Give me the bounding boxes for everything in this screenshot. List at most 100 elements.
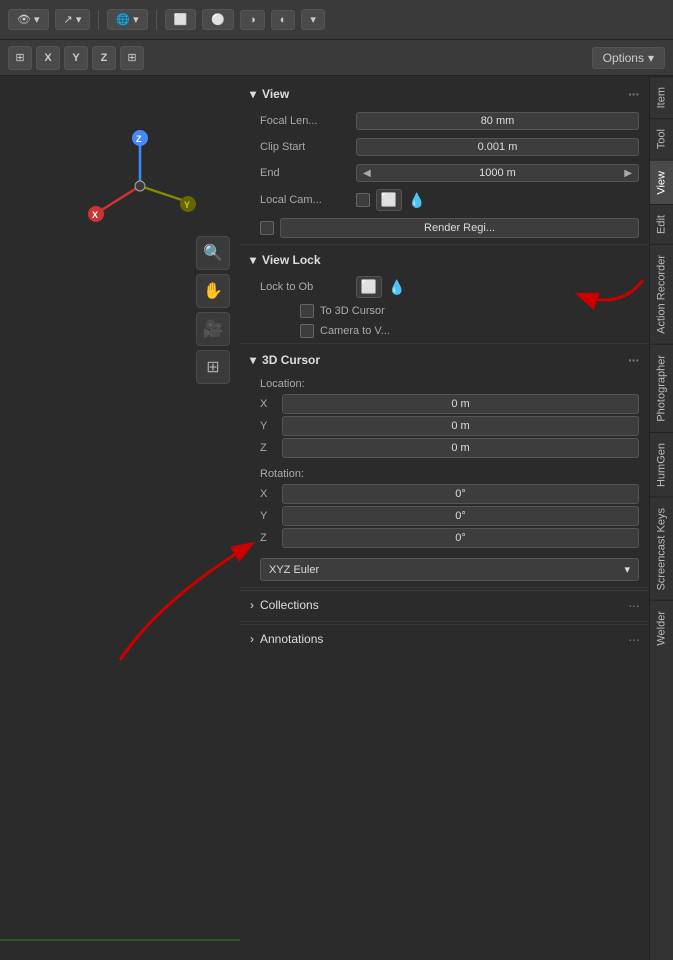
rotation-y-letter: Y xyxy=(260,510,278,522)
options-label: Options xyxy=(603,51,644,65)
xyz-toolbar: ⊞ X Y Z ⊞ Options ▾ xyxy=(0,40,673,76)
rotation-mode-row: XYZ Euler ▾ xyxy=(240,554,649,585)
focal-length-row: Focal Len... 80 mm xyxy=(240,108,649,134)
camera-to-view-label: Camera to V... xyxy=(320,325,390,337)
half-icon-btn[interactable]: ◑ xyxy=(240,10,265,30)
left-area: Z X Y 🔍 ✋ 🎥 ⊞ xyxy=(0,76,240,960)
rotation-x-letter: X xyxy=(260,488,278,500)
clip-end-decrement-btn[interactable]: ◀ xyxy=(361,168,373,179)
rotation-z-value[interactable]: 0° xyxy=(282,528,639,548)
tab-welder[interactable]: Welder xyxy=(650,600,673,656)
view-section-label: View xyxy=(262,87,289,101)
collections-dots-icon: ··· xyxy=(628,597,639,613)
clip-end-field[interactable]: ◀ 1000 m ▶ xyxy=(356,164,639,182)
camera-btn[interactable]: 🎥 xyxy=(196,312,230,346)
local-camera-label: Local Cam... xyxy=(260,194,350,206)
render-region-btn[interactable]: Render Regi... xyxy=(280,218,639,238)
view-section-header[interactable]: ▾ View ··· xyxy=(240,80,649,108)
location-z-value[interactable]: 0 m xyxy=(282,438,639,458)
clip-end-row: End ◀ 1000 m ▶ xyxy=(240,160,649,186)
local-camera-icon-btn[interactable]: ⬜ xyxy=(376,189,402,211)
render-region-checkbox[interactable] xyxy=(260,221,274,235)
grid-btn[interactable]: ⊞ xyxy=(196,350,230,384)
divider-4 xyxy=(240,621,649,622)
options-btn[interactable]: Options ▾ xyxy=(592,47,665,69)
divider-2 xyxy=(240,343,649,344)
lock-to-ob-eyedropper-btn[interactable]: 💧 xyxy=(388,279,405,296)
divider-3 xyxy=(240,587,649,588)
tab-item[interactable]: Item xyxy=(650,76,673,118)
camera-to-view-checkbox[interactable] xyxy=(300,324,314,338)
left-icons: 🔍 ✋ 🎥 ⊞ xyxy=(196,236,230,384)
lock-to-ob-row: Lock to Ob ⬜ 💧 xyxy=(240,273,649,301)
rotation-x-value[interactable]: 0° xyxy=(282,484,639,504)
lock-3d-cursor-checkbox[interactable] xyxy=(300,304,314,318)
location-y-row: Y 0 m xyxy=(260,416,639,436)
clip-start-value[interactable]: 0.001 m xyxy=(356,138,639,156)
location-x-value[interactable]: 0 m xyxy=(282,394,639,414)
rotation-y-row: Y 0° xyxy=(260,506,639,526)
cursor-mode-btn[interactable]: ↗ ▾ xyxy=(55,9,91,30)
tab-edit[interactable]: Edit xyxy=(650,204,673,244)
lock-to-ob-label: Lock to Ob xyxy=(260,281,350,293)
collections-section-header[interactable]: › Collections ··· xyxy=(240,590,649,619)
clip-end-increment-btn[interactable]: ▶ xyxy=(622,168,634,179)
top-toolbar: 👁 ▾ ↗ ▾ 🌐 ▾ ⬜ ⚪ ◑ ◐ ▾ xyxy=(0,0,673,40)
clip-start-label: Clip Start xyxy=(260,141,350,153)
tab-screencast-keys[interactable]: Screencast Keys xyxy=(650,497,673,601)
view-lock-section-header[interactable]: ▾ View Lock xyxy=(240,247,649,273)
x-axis-btn[interactable]: X xyxy=(36,46,60,70)
transform-constraint-icon[interactable]: ⊞ xyxy=(8,46,32,70)
cursor-location-section: Location: X 0 m Y 0 m Z 0 m xyxy=(240,374,649,464)
cam-icon-btn[interactable]: ⬜ xyxy=(165,9,197,30)
location-y-letter: Y xyxy=(260,420,278,432)
annotations-section-header[interactable]: › Annotations ··· xyxy=(240,624,649,653)
tab-photographer[interactable]: Photographer xyxy=(650,344,673,432)
view-dots-icon: ··· xyxy=(628,86,639,102)
location-label: Location: xyxy=(260,378,639,390)
rotation-mode-value: XYZ Euler xyxy=(269,564,319,576)
global-mode-btn[interactable]: 🌐 ▾ xyxy=(107,9,147,30)
sep1 xyxy=(98,10,99,30)
svg-text:Z: Z xyxy=(136,134,142,144)
focal-length-value[interactable]: 80 mm xyxy=(356,112,639,130)
annotations-chevron-icon: › xyxy=(250,632,254,646)
local-camera-eyedropper-btn[interactable]: 💧 xyxy=(408,192,425,209)
local-camera-checkbox[interactable] xyxy=(356,193,370,207)
cursor-3d-section-header[interactable]: ▾ 3D Cursor ··· xyxy=(240,346,649,374)
tab-view[interactable]: View xyxy=(650,160,673,205)
more-btn[interactable]: ▾ xyxy=(301,9,325,30)
location-z-row: Z 0 m xyxy=(260,438,639,458)
location-x-letter: X xyxy=(260,398,278,410)
annotations-dots-icon: ··· xyxy=(628,631,639,647)
grab-btn[interactable]: ✋ xyxy=(196,274,230,308)
rotation-x-row: X 0° xyxy=(260,484,639,504)
grid-line xyxy=(0,920,240,960)
divider-1 xyxy=(240,244,649,245)
lock-3d-cursor-label: To 3D Cursor xyxy=(320,305,385,317)
snap-icon[interactable]: ⊞ xyxy=(120,46,144,70)
cursor-rotation-section: Rotation: X 0° Y 0° Z 0° xyxy=(240,464,649,554)
clip-end-value: 1000 m xyxy=(479,167,516,179)
svg-text:Y: Y xyxy=(184,200,190,210)
options-arrow-icon: ▾ xyxy=(648,51,654,65)
mat-icon-btn[interactable]: ◐ xyxy=(271,10,296,30)
y-axis-btn[interactable]: Y xyxy=(64,46,88,70)
rotation-y-value[interactable]: 0° xyxy=(282,506,639,526)
tab-action-recorder[interactable]: Action Recorder xyxy=(650,244,673,344)
lock-to-ob-btn[interactable]: ⬜ xyxy=(356,276,382,298)
location-z-letter: Z xyxy=(260,442,278,454)
view-mode-btn[interactable]: 👁 ▾ xyxy=(8,9,49,30)
tab-tool[interactable]: Tool xyxy=(650,118,673,159)
rotation-mode-dropdown[interactable]: XYZ Euler ▾ xyxy=(260,558,639,581)
local-camera-row: Local Cam... ⬜ 💧 xyxy=(240,186,649,214)
sphere-icon-btn[interactable]: ⚪ xyxy=(202,9,234,30)
tab-humgen[interactable]: HumGen xyxy=(650,432,673,497)
view-chevron-icon: ▾ xyxy=(250,87,256,101)
tab-strip: Item Tool View Edit Action Recorder Phot… xyxy=(649,76,673,960)
focal-length-label: Focal Len... xyxy=(260,115,350,127)
zoom-in-btn[interactable]: 🔍 xyxy=(196,236,230,270)
collections-chevron-icon: › xyxy=(250,598,254,612)
z-axis-btn[interactable]: Z xyxy=(92,46,116,70)
location-y-value[interactable]: 0 m xyxy=(282,416,639,436)
